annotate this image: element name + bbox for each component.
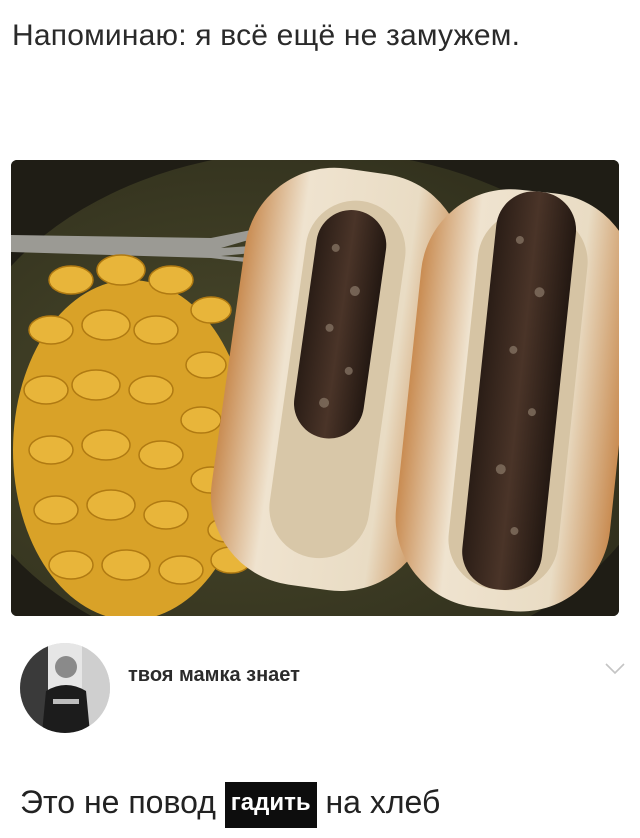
post-photo[interactable] xyxy=(11,160,619,616)
post-text: Напоминаю: я всё ещё не замужем. xyxy=(12,19,521,52)
comment-caption: Это не повод гадить на хлеб xyxy=(20,778,440,828)
comment: твоя мамка знает xyxy=(20,640,630,740)
chevron-down-icon[interactable] xyxy=(604,662,626,676)
comment-username[interactable]: твоя мамка знает xyxy=(128,664,300,687)
food-photo-icon xyxy=(11,160,619,616)
caption-highlight: гадить xyxy=(224,782,317,828)
user-avatar-icon xyxy=(20,643,110,733)
caption-before: Это не повод xyxy=(20,784,225,820)
avatar[interactable] xyxy=(20,643,110,733)
caption-after: на хлеб xyxy=(316,784,441,820)
